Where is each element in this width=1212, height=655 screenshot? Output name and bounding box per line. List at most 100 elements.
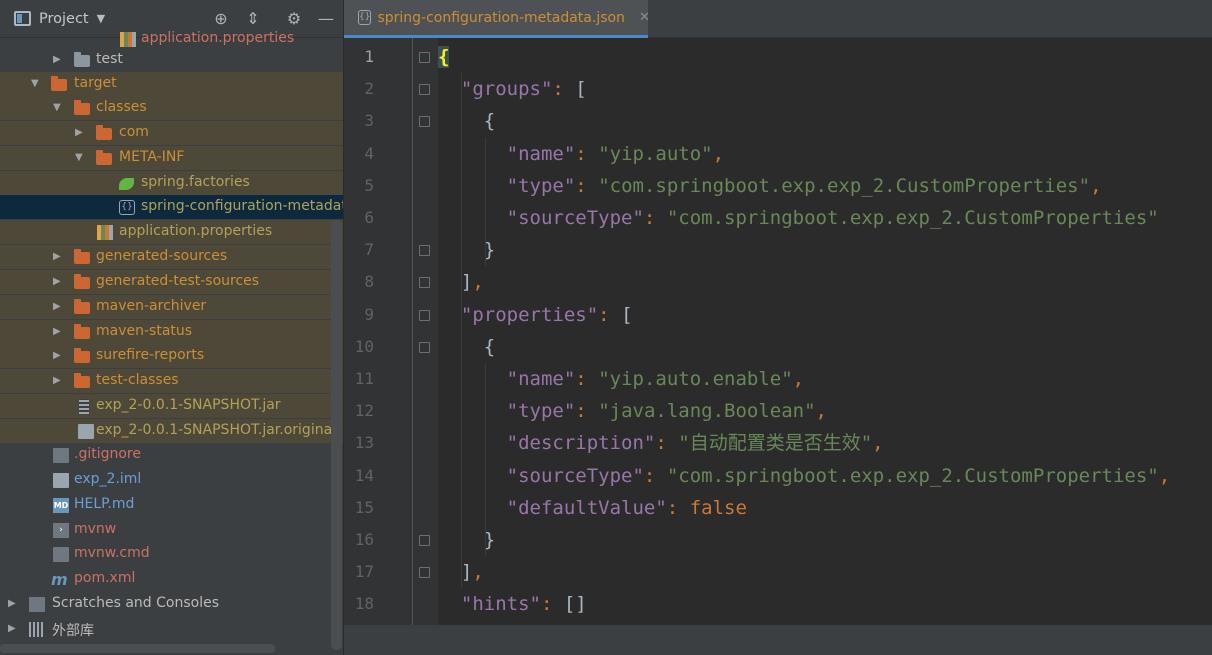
tree-item[interactable]: exp_2-0.0.1-SNAPSHOT.jar.original — [0, 419, 343, 443]
chevron-down-icon[interactable]: ▼ — [53, 103, 63, 113]
tree-item[interactable]: spring.factories — [0, 171, 343, 195]
code-line[interactable]: "name": "yip.auto.enable", — [438, 363, 804, 395]
code-line[interactable]: "sourceType": "com.springboot.exp.exp_2.… — [438, 460, 1171, 492]
chevron-right-icon[interactable]: ▶ — [53, 302, 63, 312]
tree-item-label: mvnw — [74, 521, 117, 537]
tree-item[interactable]: ▶ 外部库 — [0, 617, 343, 641]
tree-item[interactable]: ▶ maven-status — [0, 320, 343, 344]
tree-item[interactable]: exp_2.iml — [0, 468, 343, 492]
fold-marker-icon[interactable] — [419, 52, 430, 63]
code-line[interactable]: } — [438, 234, 495, 266]
tree-item[interactable]: ▶ com — [0, 121, 343, 145]
locate-icon[interactable]: ⊕ — [211, 9, 231, 29]
chevron-down-icon[interactable]: ▼ — [97, 12, 105, 25]
json-icon: {} — [358, 10, 372, 25]
tree-item-label: maven-status — [96, 323, 193, 339]
tree-item[interactable]: ▼ target — [0, 72, 343, 96]
tree-item[interactable]: MD HELP.md — [0, 493, 343, 517]
tree-item[interactable]: m pom.xml — [0, 567, 343, 591]
tree-item[interactable]: mvnw.cmd — [0, 542, 343, 566]
fold-marker-icon[interactable] — [419, 341, 430, 353]
tree-item[interactable]: application.properties — [0, 220, 343, 244]
code-line[interactable]: { — [438, 41, 450, 73]
tree-item[interactable]: .gitignore — [0, 443, 343, 467]
indent-guide — [461, 73, 462, 589]
fold-marker-icon[interactable] — [419, 245, 430, 257]
code-line[interactable]: } — [438, 524, 495, 556]
jar-icon — [79, 399, 89, 414]
chevron-right-icon[interactable]: ▶ — [53, 376, 63, 386]
folder-icon — [74, 348, 90, 363]
code-line[interactable]: "type": "com.springboot.exp.exp_2.Custom… — [438, 170, 1102, 202]
line-number: 1 — [364, 47, 374, 66]
code-line[interactable]: "description": "自动配置类是否生效", — [438, 427, 884, 459]
tree-item-selected[interactable]: {} spring-configuration-metadata.json — [0, 195, 343, 219]
tree-item[interactable]: ▶ test-classes — [0, 369, 343, 393]
tree-item-label: spring-configuration-metadata.json — [141, 198, 343, 214]
fold-marker-icon[interactable] — [419, 277, 430, 289]
minimize-icon[interactable]: — — [316, 9, 336, 29]
chevron-right-icon[interactable]: ▶ — [53, 327, 63, 337]
editor-tab[interactable]: {} spring-configuration-metadata.json ✕ — [344, 0, 650, 38]
code-line[interactable]: "properties": [ — [438, 299, 633, 331]
tree-item-label: surefire-reports — [96, 347, 205, 363]
fold-marker-icon[interactable] — [419, 116, 430, 128]
folder-icon — [74, 52, 90, 67]
line-number: 15 — [354, 497, 374, 517]
tree-item[interactable]: ▶ generated-sources — [0, 245, 343, 269]
fold-marker-icon[interactable] — [419, 309, 430, 321]
tree-item[interactable]: › mvnw — [0, 518, 343, 542]
gear-icon[interactable]: ⚙ — [284, 9, 304, 29]
tree-item[interactable]: ▶ test — [0, 48, 343, 72]
folder-icon — [74, 100, 90, 115]
project-panel: Project ▼ ⊕ ⇕ ⚙ — application.properties… — [0, 0, 343, 655]
chevron-right-icon[interactable]: ▶ — [53, 55, 63, 65]
chevron-down-icon[interactable]: ▼ — [75, 153, 85, 163]
code-line[interactable]: "hints": [] — [438, 588, 587, 620]
fold-marker-icon[interactable] — [419, 567, 430, 579]
tree-item-label: exp_2-0.0.1-SNAPSHOT.jar.original — [96, 422, 337, 438]
tree-item-label: maven-archiver — [96, 298, 207, 314]
tree-horizontal-scrollbar[interactable] — [0, 644, 275, 653]
code-area[interactable]: { "groups": [ { "name": "yip.auto", "typ… — [438, 38, 1212, 625]
line-number: 4 — [364, 143, 374, 163]
line-number: 10 — [354, 336, 374, 356]
folder-icon — [96, 125, 112, 140]
tree-item-label: generated-sources — [96, 248, 228, 264]
tree-item-label: generated-test-sources — [96, 273, 260, 289]
line-number: 5 — [364, 175, 374, 195]
tree-vertical-scrollbar[interactable] — [331, 220, 342, 650]
tree-item-label: test — [96, 51, 123, 67]
tree-item-label: target — [74, 75, 117, 91]
code-line[interactable]: "name": "yip.auto", — [438, 138, 724, 170]
tree-item[interactable]: ▶ Scratches and Consoles — [0, 592, 343, 616]
tree-item[interactable]: ▶ surefire-reports — [0, 344, 343, 368]
chevron-right-icon[interactable]: ▶ — [53, 252, 63, 262]
chevron-right-icon[interactable]: ▶ — [75, 128, 85, 138]
chevron-right-icon[interactable]: ▶ — [53, 277, 63, 287]
tree-item[interactable]: ▶ generated-test-sources — [0, 270, 343, 294]
code-line[interactable]: { — [438, 105, 495, 137]
fold-marker-icon[interactable] — [419, 535, 430, 546]
close-icon[interactable]: ✕ — [639, 10, 650, 25]
tree-item[interactable]: ▼ classes — [0, 96, 343, 120]
folder-icon — [74, 249, 90, 264]
code-line[interactable]: "sourceType": "com.springboot.exp.exp_2.… — [438, 202, 1159, 234]
panel-title[interactable]: Project — [39, 11, 89, 27]
chevron-down-icon[interactable]: ▼ — [31, 79, 41, 89]
folder-icon — [74, 299, 90, 314]
collapse-icon[interactable]: ⇕ — [243, 9, 263, 29]
fold-marker-icon[interactable] — [419, 84, 430, 96]
tree-item[interactable]: ▶ maven-archiver — [0, 295, 343, 319]
tree-item[interactable]: exp_2-0.0.1-SNAPSHOT.jar — [0, 394, 343, 418]
iml-icon — [53, 473, 69, 488]
line-number: 17 — [354, 562, 374, 582]
chevron-right-icon[interactable]: ▶ — [8, 599, 18, 609]
chevron-right-icon[interactable]: ▶ — [53, 351, 63, 361]
code-line[interactable]: { — [438, 331, 495, 363]
tree-item-label: .gitignore — [74, 446, 141, 462]
chevron-right-icon[interactable]: ▶ — [8, 624, 18, 634]
code-line[interactable]: "type": "java.lang.Boolean", — [438, 395, 827, 427]
tree-item[interactable]: ▼ META-INF — [0, 146, 343, 170]
tree-item-label: application.properties — [141, 30, 295, 46]
